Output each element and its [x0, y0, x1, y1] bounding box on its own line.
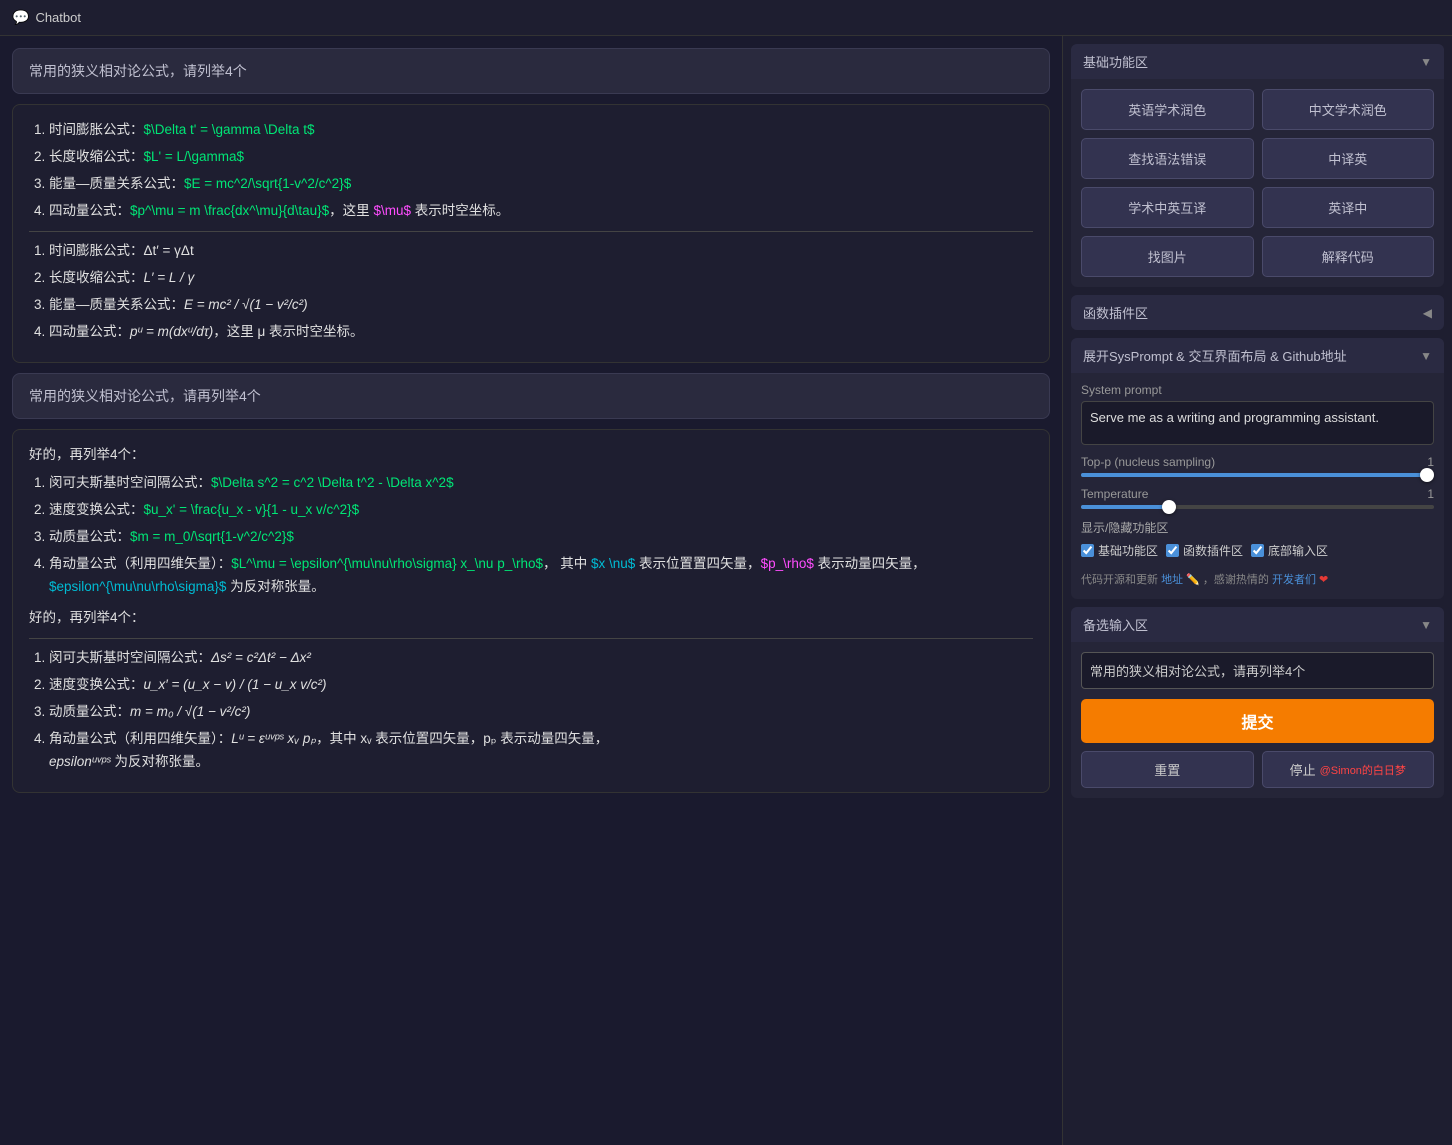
top-p-slider[interactable]: [1081, 473, 1434, 477]
btn-zh-to-en[interactable]: 中译英: [1262, 138, 1435, 179]
top-p-row: Top-p (nucleus sampling) 1: [1081, 455, 1434, 477]
plugin-section: 函数插件区 ◀: [1071, 295, 1444, 330]
system-prompt-value[interactable]: Serve me as a writing and programming as…: [1081, 401, 1434, 445]
list-item: 能量—质量关系公式：E = mc² / √(1 − v²/c²): [49, 294, 1033, 317]
system-prompt-label: System prompt: [1081, 383, 1434, 397]
weibo-watermark: @Simon的白日梦: [1320, 762, 1406, 778]
chat-area: 常用的狭义相对论公式，请列举4个 时间膨胀公式：$\Delta t' = \ga…: [0, 36, 1062, 1145]
temperature-value: 1: [1427, 487, 1434, 501]
temperature-handle[interactable]: [1162, 500, 1176, 514]
btn-find-image[interactable]: 找图片: [1081, 236, 1254, 277]
checkbox-basic[interactable]: 基础功能区: [1081, 542, 1158, 559]
list-item: 时间膨胀公式：$\Delta t' = \gamma \Delta t$: [49, 119, 1033, 142]
btn-english-polish[interactable]: 英语学术润色: [1081, 89, 1254, 130]
edit-icon: ✏️: [1186, 574, 1200, 586]
collapse-arrow-sysprompt-icon: ▼: [1420, 349, 1432, 363]
footer-links: 代码开源和更新 地址 ✏️ ，感谢热情的 开发者们 ❤: [1081, 565, 1434, 589]
temperature-row: Temperature 1: [1081, 487, 1434, 509]
top-p-label: Top-p (nucleus sampling): [1081, 455, 1215, 469]
footer-devs-link[interactable]: 开发者们: [1272, 574, 1316, 586]
list-item: 闵可夫斯基时空间隔公式：Δs² = c²Δt² − Δx²: [49, 647, 1033, 670]
basic-functions-header[interactable]: 基础功能区 ▼: [1071, 44, 1444, 79]
assistant-message-1: 时间膨胀公式：$\Delta t' = \gamma \Delta t$ 长度收…: [12, 104, 1050, 363]
heart-icon: ❤: [1319, 574, 1328, 586]
top-p-value: 1: [1427, 455, 1434, 469]
list-item: 角动量公式（利用四维矢量）：Lᵘ = εᵘᵛᵖˢ xᵥ pₚ，其中 xᵥ 表示位…: [49, 728, 1033, 774]
right-sidebar: 基础功能区 ▼ 英语学术润色 中文学术润色 查找语法错误 中译英 学术中英互译 …: [1062, 36, 1452, 1145]
basic-btn-grid: 英语学术润色 中文学术润色 查找语法错误 中译英 学术中英互译 英译中 找图片 …: [1081, 89, 1434, 277]
checkbox-row: 基础功能区 函数插件区 底部输入区: [1081, 542, 1434, 559]
checkbox-basic-input[interactable]: [1081, 544, 1094, 557]
top-p-fill: [1081, 473, 1434, 477]
collapse-arrow-alt-icon: ▼: [1420, 618, 1432, 632]
btn-chinese-polish[interactable]: 中文学术润色: [1262, 89, 1435, 130]
alt-input-section: 备选输入区 ▼ 常用的狭义相对论公式，请再列举4个 提交 重置 停止 @Simo…: [1071, 607, 1444, 798]
btn-explain-code[interactable]: 解释代码: [1262, 236, 1435, 277]
checkbox-plugin-input[interactable]: [1166, 544, 1179, 557]
sysprompt-header[interactable]: 展开SysPrompt & 交互界面布局 & Github地址 ▼: [1071, 338, 1444, 373]
alt-input-title: 备选输入区: [1083, 615, 1148, 634]
btn-academic-translate[interactable]: 学术中英互译: [1081, 187, 1254, 228]
app-title: Chatbot: [35, 10, 81, 25]
top-p-handle[interactable]: [1420, 468, 1434, 482]
main-layout: 常用的狭义相对论公式，请列举4个 时间膨胀公式：$\Delta t' = \ga…: [0, 36, 1452, 1145]
checkbox-plugin[interactable]: 函数插件区: [1166, 542, 1243, 559]
sysprompt-title: 展开SysPrompt & 交互界面布局 & Github地址: [1083, 346, 1347, 365]
alt-input-body: 常用的狭义相对论公式，请再列举4个 提交 重置 停止 @Simon的白日梦: [1071, 642, 1444, 798]
btn-grammar-check[interactable]: 查找语法错误: [1081, 138, 1254, 179]
temperature-label-row: Temperature 1: [1081, 487, 1434, 501]
alt-input-header[interactable]: 备选输入区 ▼: [1071, 607, 1444, 642]
temperature-slider[interactable]: [1081, 505, 1434, 509]
stop-button[interactable]: 停止 @Simon的白日梦: [1262, 751, 1435, 788]
rendered-list-2: 闵可夫斯基时空间隔公式：Δs² = c²Δt² − Δx² 速度变换公式：u_x…: [29, 647, 1033, 774]
list-item: 时间膨胀公式：Δt′ = γΔt: [49, 240, 1033, 263]
list-item: 长度收缩公式：L′ = L / γ: [49, 267, 1033, 290]
btn-en-to-zh[interactable]: 英译中: [1262, 187, 1435, 228]
temperature-fill: [1081, 505, 1169, 509]
plugin-section-header[interactable]: 函数插件区 ◀: [1071, 295, 1444, 330]
footer-thanks: ，感谢热情的: [1203, 574, 1269, 586]
rendered-list-1: 时间膨胀公式：Δt′ = γΔt 长度收缩公式：L′ = L / γ 能量—质量…: [29, 240, 1033, 344]
temperature-label: Temperature: [1081, 487, 1148, 501]
checkbox-bottom-input[interactable]: [1251, 544, 1264, 557]
assistant-outro: 好的，再列举4个：: [29, 607, 1033, 630]
list-item: 能量—质量关系公式：$E = mc^2/\sqrt{1-v^2/c^2}$: [49, 173, 1033, 196]
list-item: 四动量公式：$p^\mu = m \frac{dx^\mu}{d\tau}$，这…: [49, 200, 1033, 223]
reset-button[interactable]: 重置: [1081, 751, 1254, 788]
visibility-label: 显示/隐藏功能区: [1081, 519, 1434, 536]
plugin-section-title: 函数插件区: [1083, 303, 1148, 322]
checkbox-bottom[interactable]: 底部输入区: [1251, 542, 1328, 559]
sysprompt-body: System prompt Serve me as a writing and …: [1071, 373, 1444, 599]
basic-functions-section: 基础功能区 ▼ 英语学术润色 中文学术润色 查找语法错误 中译英 学术中英互译 …: [1071, 44, 1444, 287]
collapse-arrow-icon: ▼: [1420, 55, 1432, 69]
alt-input-text[interactable]: 常用的狭义相对论公式，请再列举4个: [1081, 652, 1434, 689]
list-item: 长度收缩公式：$L' = L/\gamma$: [49, 146, 1033, 169]
submit-button[interactable]: 提交: [1081, 699, 1434, 743]
list-item: 动质量公式：$m = m_0/\sqrt{1-v^2/c^2}$: [49, 526, 1033, 549]
chat-icon: 💬: [12, 9, 29, 26]
basic-section-title: 基础功能区: [1083, 52, 1148, 71]
basic-functions-body: 英语学术润色 中文学术润色 查找语法错误 中译英 学术中英互译 英译中 找图片 …: [1071, 79, 1444, 287]
list-item: 速度变换公式：u_x′ = (u_x − v) / (1 − u_x v/c²): [49, 674, 1033, 697]
sysprompt-section: 展开SysPrompt & 交互界面布局 & Github地址 ▼ System…: [1071, 338, 1444, 599]
topbar: 💬 Chatbot: [0, 0, 1452, 36]
latex-list-2: 闵可夫斯基时空间隔公式：$\Delta s^2 = c^2 \Delta t^2…: [29, 472, 1033, 599]
visibility-section: 显示/隐藏功能区 基础功能区 函数插件区 底部输入区: [1081, 519, 1434, 559]
user-message-2: 常用的狭义相对论公式，请再列举4个: [12, 373, 1050, 419]
list-item: 速度变换公式：$u_x' = \frac{u_x - v}{1 - u_x v/…: [49, 499, 1033, 522]
assistant-message-2: 好的，再列举4个： 闵可夫斯基时空间隔公式：$\Delta s^2 = c^2 …: [12, 429, 1050, 793]
top-p-label-row: Top-p (nucleus sampling) 1: [1081, 455, 1434, 469]
assistant-intro: 好的，再列举4个：: [29, 444, 1033, 467]
footer-text: 代码开源和更新: [1081, 574, 1158, 586]
list-item: 动质量公式：m = m₀ / √(1 − v²/c²): [49, 701, 1033, 724]
latex-list-1: 时间膨胀公式：$\Delta t' = \gamma \Delta t$ 长度收…: [29, 119, 1033, 223]
list-item: 闵可夫斯基时空间隔公式：$\Delta s^2 = c^2 \Delta t^2…: [49, 472, 1033, 495]
collapse-arrow-plugin-icon: ◀: [1423, 306, 1432, 320]
bottom-row: 重置 停止 @Simon的白日梦: [1081, 751, 1434, 788]
list-item: 角动量公式（利用四维矢量）：$L^\mu = \epsilon^{\mu\nu\…: [49, 553, 1033, 599]
list-item: 四动量公式：pᵘ = m(dxᵘ/dτ)，这里 μ 表示时空坐标。: [49, 321, 1033, 344]
user-message-1: 常用的狭义相对论公式，请列举4个: [12, 48, 1050, 94]
footer-address-link[interactable]: 地址: [1161, 574, 1183, 586]
